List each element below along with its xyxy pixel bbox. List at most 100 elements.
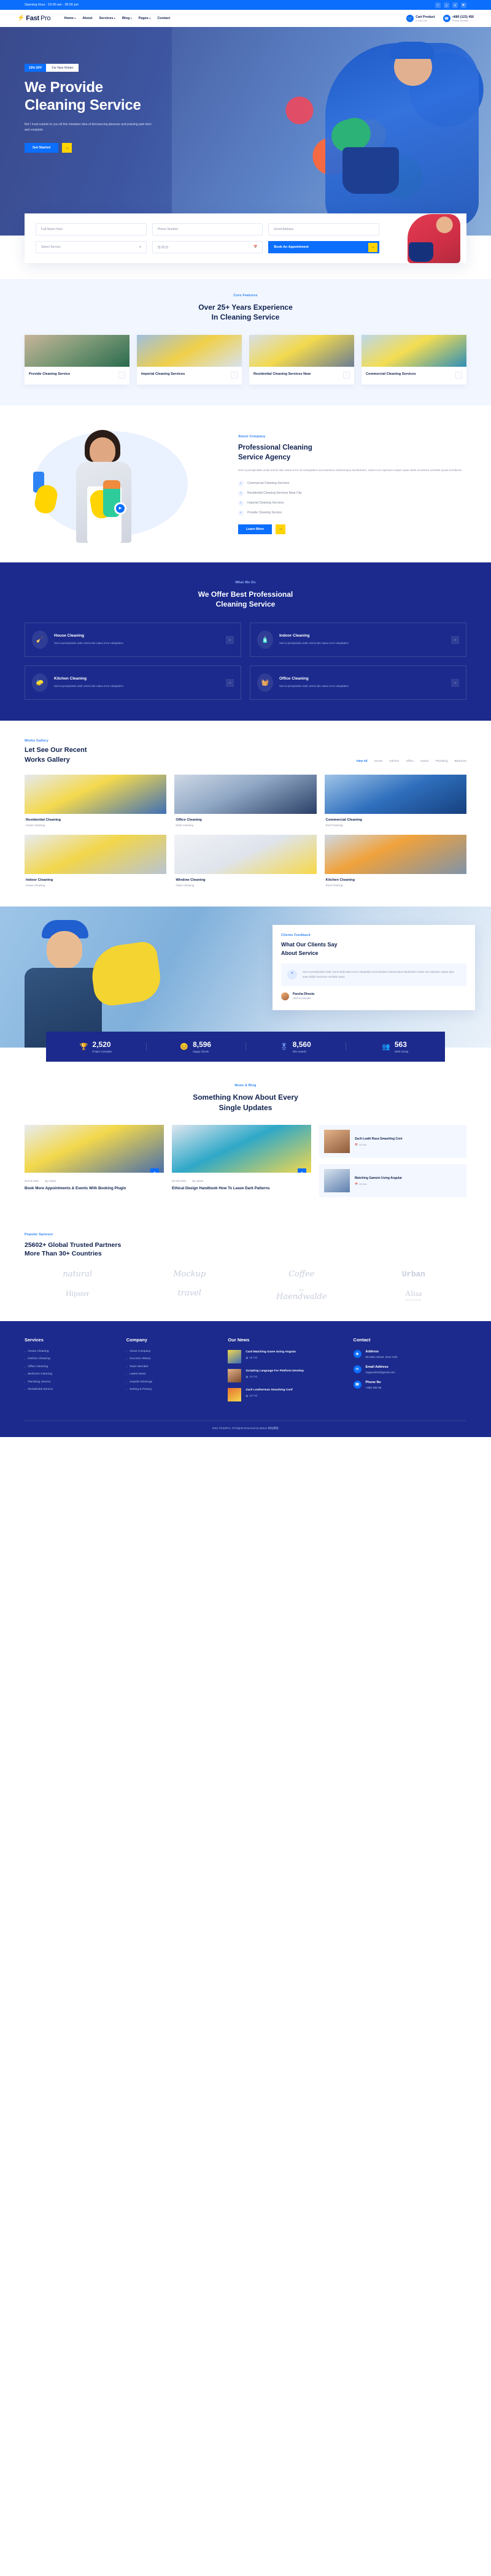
footer-link[interactable]: › Kitchen Cleaning — [25, 1357, 119, 1360]
facebook-icon[interactable]: f — [435, 2, 441, 8]
plus-icon[interactable]: + — [298, 1168, 306, 1173]
gallery-item[interactable]: Kitchen Cleaning Roof Cleaning — [324, 835, 466, 887]
footer-link[interactable]: › Latest News — [126, 1373, 221, 1376]
date-input[interactable]: 年/月/日 📅 — [152, 241, 263, 253]
arrow-right-icon[interactable]: → — [276, 524, 286, 534]
contact-email[interactable]: ✉ Email Address supportinfo@gmail.com — [353, 1365, 466, 1374]
footer-link[interactable]: › About Company — [126, 1350, 221, 1353]
cart-widget[interactable]: 🛒 Cart Product 0 Cart List — [406, 15, 435, 22]
nav-item-home[interactable]: Home ▾ — [64, 17, 75, 20]
side-post[interactable]: Matching Gamein Using Angular 📅 25 Feb — [319, 1164, 466, 1198]
filter-office[interactable]: Office — [406, 760, 413, 763]
nav-item-contact[interactable]: Contact — [157, 17, 170, 20]
arrow-right-icon[interactable]: → — [62, 143, 72, 153]
feature-card[interactable]: Commercial Cleaning Services → — [361, 334, 466, 385]
filter-indoor[interactable]: Indoor — [420, 760, 429, 763]
nav-item-pages[interactable]: Pages ▾ — [139, 17, 151, 20]
gallery-item[interactable]: Residential Cleaning House Cleaning — [25, 775, 167, 827]
arrow-right-icon[interactable]: → — [451, 635, 459, 644]
gallery-item[interactable]: Commercial Cleaning Roof Cleaning — [324, 775, 466, 827]
get-started-button[interactable]: Get Started — [25, 143, 59, 153]
filter-house[interactable]: House — [374, 760, 383, 763]
partner-logo-hipster[interactable]: Hipster — [25, 1289, 131, 1301]
gallery-item[interactable]: Window Cleaning Glass Cleaning — [174, 835, 317, 887]
partner-logo-natural[interactable]: natural — [25, 1270, 131, 1279]
partner-logo-coffee[interactable]: Coffee — [249, 1270, 355, 1279]
gallery-eyebrow: Works Gallery — [25, 739, 48, 743]
service-select[interactable]: Select Service ▾ — [36, 241, 147, 253]
nav-item-blog[interactable]: Blog ▾ — [122, 17, 132, 20]
gallery-item-sub: Glass Cleaning — [176, 884, 195, 887]
footer-link[interactable]: › Residential Service — [25, 1388, 119, 1391]
site-logo[interactable]: ⚡ Fast Pro — [17, 15, 51, 22]
footer-news-item[interactable]: Card Matching Game Using Angular ▦ 25 Feb — [228, 1349, 346, 1363]
footer-link[interactable]: › Office Cleaning — [25, 1365, 119, 1368]
counter-value: 563 — [394, 1040, 407, 1049]
blog-post[interactable]: + 25 Feb 2021 By Admin Book More Appoint… — [25, 1125, 164, 1203]
learn-more-button[interactable]: Learn More — [238, 524, 273, 534]
contact-phone[interactable]: ☎ Phone No +880 456 99 — [353, 1380, 466, 1389]
full-name-input[interactable]: Full Name Hare — [36, 223, 147, 236]
footer-link[interactable]: › Bedroom Cleaning — [25, 1373, 119, 1376]
youtube-icon[interactable]: ▶ — [461, 2, 466, 8]
partner-logo-mockup[interactable]: Mockup — [137, 1270, 243, 1279]
feature-title: Commercial Cleaning Services — [366, 372, 416, 376]
footer-link[interactable]: › Setting & Privacy — [126, 1388, 221, 1391]
service-title: Kitchen Cleaning — [54, 677, 87, 681]
service-card-office-cleaning[interactable]: 🧺 Office Cleaning Sed ut perspiciatis un… — [250, 665, 466, 700]
footer-news-item[interactable]: Scripting Language For Platform Develop … — [228, 1368, 346, 1382]
chevron-right-icon: › — [126, 1388, 128, 1392]
filter-bedroom[interactable]: Bedroom — [455, 760, 466, 763]
about-illustration: ▶ — [25, 426, 227, 543]
what-we-do-section: What We Do We Offer Best Professional Cl… — [0, 562, 491, 721]
footer-link[interactable]: › Plumbing Service — [25, 1381, 119, 1384]
twitter-icon[interactable]: у — [444, 2, 449, 8]
partner-logo-alisa[interactable]: Alisa BOUTIQUE — [361, 1289, 467, 1301]
nav-item-services[interactable]: Services ▾ — [99, 17, 115, 20]
email-input[interactable]: Email Addrass — [268, 223, 379, 236]
filter-view-all[interactable]: View All — [356, 760, 367, 763]
gallery-item[interactable]: Office Cleaning Desk Cleaning — [174, 775, 317, 827]
feature-card[interactable]: Imperial Cleaning Services → — [137, 334, 242, 385]
phone-widget[interactable]: ☎ +880 (123) 456 Phone Number — [443, 15, 474, 22]
side-post[interactable]: Zach Leath Rasa Smashing Coni 📅 25 Feb — [319, 1125, 466, 1159]
feature-title: Residential Cleaning Services Near — [253, 372, 311, 376]
service-card-kitchen-cleaning[interactable]: 🧽 Kitchen Cleaning Sed ut perspiciatis u… — [25, 665, 241, 700]
partners-eyebrow: Popular Sponsor — [25, 1233, 53, 1237]
arrow-right-icon[interactable]: → — [343, 371, 350, 378]
feature-card[interactable]: Provide Cleaning Service → — [25, 334, 130, 385]
filter-kitchen[interactable]: Kitchen — [389, 760, 399, 763]
arrow-right-icon[interactable]: → — [226, 678, 234, 687]
footer-link-label: Awards Winnings — [130, 1380, 153, 1384]
gallery-item[interactable]: Indoor Cleaning House Cleaning — [25, 835, 167, 887]
linkedin-icon[interactable]: in — [452, 2, 458, 8]
plus-icon[interactable]: + — [150, 1168, 159, 1173]
partner-logo-travel[interactable]: travel — [137, 1289, 243, 1301]
nav-item-about[interactable]: About — [82, 17, 92, 20]
arrow-right-icon[interactable]: → — [231, 371, 238, 378]
list-item: ✓ Commercial Cleaning Services — [238, 480, 466, 486]
booking-form: Full Name Hare Phone Number Email Addras… — [25, 213, 466, 263]
feature-card[interactable]: Residential Cleaning Services Near → — [249, 334, 354, 385]
service-card-indoor-cleaning[interactable]: 🧴 Indoor Cleaning Sed ut perspiciatis un… — [250, 623, 466, 657]
arrow-right-icon[interactable]: → — [451, 678, 459, 687]
person-face — [90, 437, 115, 466]
footer-link[interactable]: › House Cleaning — [25, 1350, 119, 1353]
arrow-right-icon[interactable]: → — [118, 371, 125, 378]
book-appointment-button[interactable]: Book An Appointment → — [268, 241, 379, 253]
gallery-title-line1: Let See Our Recent — [25, 746, 87, 754]
play-icon[interactable]: ▶ — [114, 502, 126, 515]
filter-plumbing[interactable]: Plumbing — [436, 760, 448, 763]
arrow-right-icon[interactable]: → — [226, 635, 234, 644]
footer-news-item[interactable]: Zach Leatherman Smashing Conf ▦ 25 Feb — [228, 1387, 346, 1401]
arrow-right-icon[interactable]: → — [455, 371, 462, 378]
service-card-house-cleaning[interactable]: 🧹 House Cleaning Sed ut perspiciatis und… — [25, 623, 241, 657]
blog-post[interactable]: + 25 Feb 2021 By Admin Ethical Design Ha… — [172, 1125, 311, 1203]
footer-link[interactable]: › Team Member — [126, 1365, 221, 1368]
phone-number-input[interactable]: Phone Number — [152, 223, 263, 236]
partner-logo-haendwalde[interactable]: the Haendwalde — [249, 1289, 355, 1301]
partner-logo-urban[interactable]: Urban — [361, 1270, 467, 1279]
footer-link[interactable]: › Awards Winnings — [126, 1381, 221, 1384]
footer-link[interactable]: › Success History — [126, 1357, 221, 1360]
nav-label: About — [82, 17, 93, 20]
